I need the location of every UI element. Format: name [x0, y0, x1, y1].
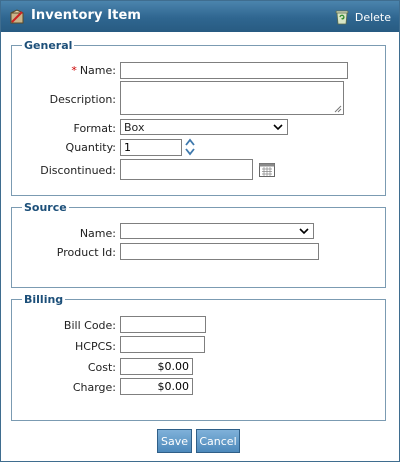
charge-input[interactable]: $0.00: [120, 378, 193, 395]
delete-button[interactable]: Delete: [333, 7, 391, 27]
resize-grip-icon[interactable]: [334, 105, 342, 113]
calendar-icon[interactable]: [259, 163, 275, 177]
required-marker: *: [71, 64, 77, 77]
format-select[interactable]: Box: [120, 119, 288, 135]
source-name-label: Name:: [79, 227, 116, 240]
delete-label: Delete: [354, 10, 391, 24]
name-input[interactable]: [120, 62, 348, 79]
inventory-box-icon: [10, 9, 24, 24]
save-button[interactable]: Save: [157, 429, 192, 453]
general-legend: General: [24, 39, 73, 52]
format-label: Format:: [73, 122, 116, 135]
quantity-label: Quantity:: [65, 141, 116, 154]
chevron-down-icon: [273, 124, 283, 131]
recycle-bin-icon: [335, 10, 349, 25]
description-textarea[interactable]: [120, 81, 344, 115]
quantity-input[interactable]: 1: [120, 139, 182, 156]
name-label-text: Name:: [79, 64, 116, 77]
dialog-title: Inventory Item: [31, 8, 142, 23]
bill-code-label: Bill Code:: [63, 319, 116, 332]
discontinued-date-input[interactable]: [120, 159, 253, 180]
description-label: Description:: [49, 93, 116, 106]
name-label: * Name:: [61, 64, 116, 77]
hcpcs-input[interactable]: [120, 336, 205, 353]
quantity-spinner-icon[interactable]: [184, 138, 196, 156]
charge-label: Charge:: [72, 381, 116, 394]
format-selected-value: Box: [124, 121, 145, 134]
bill-code-input[interactable]: [120, 316, 206, 333]
hcpcs-label: HCPCS:: [75, 340, 116, 353]
source-legend: Source: [24, 201, 67, 214]
chevron-down-icon: [299, 228, 309, 235]
source-name-select[interactable]: [120, 223, 314, 239]
billing-section: Billing: [11, 293, 386, 421]
inventory-item-dialog: Inventory Item Delete General * Name: Des…: [0, 0, 400, 462]
discontinued-label: Discontinued:: [40, 164, 116, 177]
product-id-input[interactable]: [120, 243, 319, 260]
product-id-label: Product Id:: [56, 246, 116, 259]
cost-label: Cost:: [87, 361, 116, 374]
billing-legend: Billing: [24, 293, 64, 306]
title-bar: Inventory Item Delete: [1, 1, 399, 32]
cancel-button[interactable]: Cancel: [196, 429, 240, 453]
cost-input[interactable]: $0.00: [120, 358, 193, 375]
